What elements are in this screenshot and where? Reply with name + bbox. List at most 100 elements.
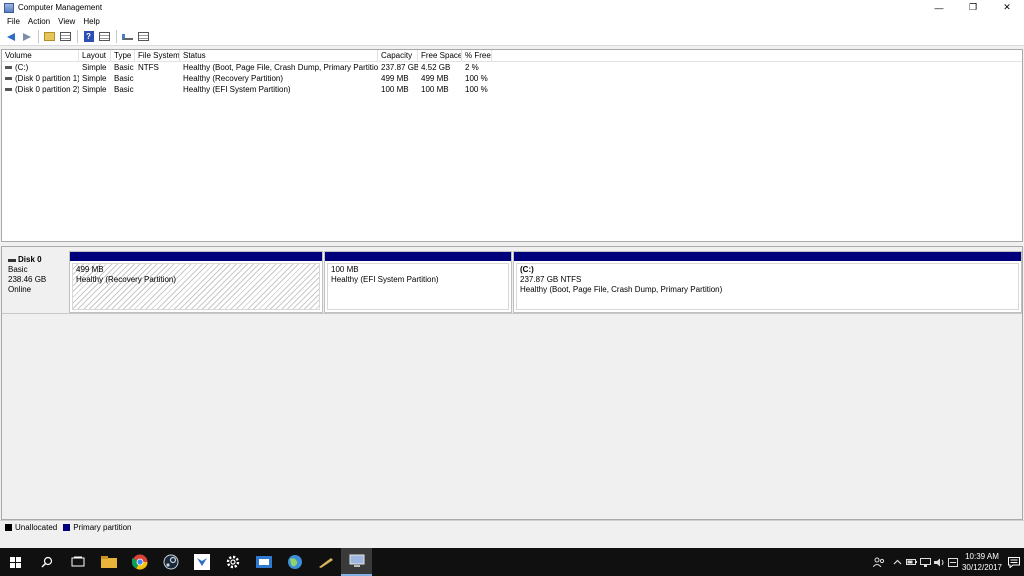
up-folder-button[interactable] [42, 29, 57, 44]
computer-management-taskbar-button[interactable] [341, 548, 372, 576]
type-cell: Basic [114, 85, 134, 94]
partition-c-drive[interactable]: (C:) 237.87 GB NTFS Healthy (Boot, Page … [513, 251, 1022, 313]
list-view-icon [99, 32, 110, 41]
column-file-system[interactable]: File System [135, 50, 180, 61]
forward-arrow-icon [22, 32, 31, 41]
language-button[interactable] [946, 548, 960, 576]
capacity-cell: 499 MB [381, 74, 409, 83]
settings-icon [226, 555, 239, 569]
free-space-cell: 499 MB [421, 74, 449, 83]
action-center-button[interactable] [1004, 556, 1024, 568]
steam-icon [163, 554, 178, 570]
unallocated-swatch [5, 524, 12, 531]
partition-body: (C:) 237.87 GB NTFS Healthy (Boot, Page … [516, 263, 1019, 310]
file-explorer-icon [100, 556, 117, 568]
show-hidden-icons-button[interactable] [890, 548, 904, 576]
notification-icon [1008, 556, 1020, 568]
layout-cell: Simple [82, 74, 107, 83]
file-system-cell: NTFS [138, 63, 159, 72]
chrome-button[interactable] [124, 548, 155, 576]
volume-icon [5, 88, 12, 91]
task-view-icon [71, 556, 84, 567]
partition-recovery[interactable]: 499 MB Healthy (Recovery Partition) [69, 251, 323, 313]
properties-icon [60, 32, 71, 41]
minimize-button[interactable]: — [922, 0, 956, 15]
app-button[interactable] [186, 548, 217, 576]
percent-free-cell: 2 % [465, 63, 479, 72]
partition-status: Healthy (Boot, Page File, Crash Dump, Pr… [520, 285, 723, 294]
forward-button[interactable] [19, 29, 34, 44]
settings-button[interactable] [217, 548, 248, 576]
column-free-space[interactable]: Free Space [418, 50, 462, 61]
connect-button[interactable] [120, 29, 135, 44]
file-explorer-button[interactable] [93, 548, 124, 576]
help-button[interactable]: ? [81, 29, 96, 44]
start-button[interactable] [0, 548, 31, 576]
toolbar-separator [116, 30, 117, 43]
battery-button[interactable] [904, 548, 918, 576]
mail-button[interactable] [248, 548, 279, 576]
disk-size: 238.46 GB [8, 275, 47, 284]
column-status[interactable]: Status [180, 50, 378, 61]
search-button[interactable] [31, 548, 62, 576]
menu-view[interactable]: View [54, 17, 79, 26]
disk-row: Disk 0 Basic 238.46 GB Online 499 MB Hea… [2, 251, 1022, 313]
disk-label[interactable]: Disk 0 Basic 238.46 GB Online [3, 251, 68, 313]
volume-name: (Disk 0 partition 1) [15, 74, 79, 83]
capacity-cell: 100 MB [381, 85, 409, 94]
volume-list-header: Volume Layout Type File System Status Ca… [2, 50, 1022, 62]
volume-icon [5, 66, 12, 69]
column-type[interactable]: Type [111, 50, 135, 61]
properties-button[interactable] [58, 29, 73, 44]
help-icon: ? [83, 31, 94, 42]
list-view-button[interactable] [97, 29, 112, 44]
restore-button[interactable]: ❐ [956, 0, 990, 15]
toolbar-separator [38, 30, 39, 43]
volume-cell: (C:) [2, 62, 79, 73]
table-row[interactable]: (Disk 0 partition 1) Simple Basic Health… [2, 73, 1022, 84]
toolbar: ? [0, 28, 1024, 46]
volume-button[interactable] [932, 548, 946, 576]
column-capacity[interactable]: Capacity [378, 50, 418, 61]
pen-button[interactable] [310, 548, 341, 576]
volume-name: (C:) [15, 63, 29, 72]
settings-view-icon [138, 32, 149, 41]
partition-efi[interactable]: 100 MB Healthy (EFI System Partition) [324, 251, 512, 313]
column-volume[interactable]: Volume [2, 50, 79, 61]
globe-button[interactable] [279, 548, 310, 576]
legend-primary-partition: Primary partition [73, 523, 132, 532]
clock[interactable]: 10:39 AM 30/12/2017 [960, 551, 1004, 573]
legend: Unallocated Primary partition [0, 520, 1024, 534]
disk-type: Basic [8, 265, 28, 274]
column-percent-free[interactable]: % Free [462, 50, 492, 61]
layout-cell: Simple [82, 85, 107, 94]
column-layout[interactable]: Layout [79, 50, 111, 61]
file-system-cell [135, 73, 180, 84]
menu-action[interactable]: Action [24, 17, 54, 26]
settings-view-button[interactable] [136, 29, 151, 44]
computer-management-icon [4, 2, 14, 13]
table-row[interactable]: (Disk 0 partition 2) Simple Basic Health… [2, 84, 1022, 95]
menu-help[interactable]: Help [79, 17, 103, 26]
people-button[interactable] [868, 548, 890, 576]
table-row[interactable]: (C:) Simple Basic NTFS Healthy (Boot, Pa… [2, 62, 1022, 73]
layout-cell: Simple [82, 63, 107, 72]
status-cell: Healthy (Boot, Page File, Crash Dump, Pr… [183, 63, 378, 72]
chrome-icon [131, 554, 148, 570]
partition-bar [325, 252, 511, 261]
partition-size: 237.87 GB NTFS [520, 275, 582, 284]
volume-cell: (Disk 0 partition 1) [2, 73, 79, 84]
disk-graphical-view: Disk 0 Basic 238.46 GB Online 499 MB Hea… [1, 246, 1023, 520]
disk-status: Online [8, 285, 32, 294]
toolbar-separator [77, 30, 78, 43]
partition-label: (C:) [520, 265, 534, 274]
close-button[interactable]: ✕ [990, 0, 1024, 15]
task-view-button[interactable] [62, 548, 93, 576]
free-space-cell: 4.52 GB [421, 63, 451, 72]
back-button[interactable] [3, 29, 18, 44]
menu-file[interactable]: File [3, 17, 24, 26]
window-controls: — ❐ ✕ [922, 0, 1024, 15]
steam-button[interactable] [155, 548, 186, 576]
app-icon [193, 554, 210, 570]
network-button[interactable] [918, 548, 932, 576]
